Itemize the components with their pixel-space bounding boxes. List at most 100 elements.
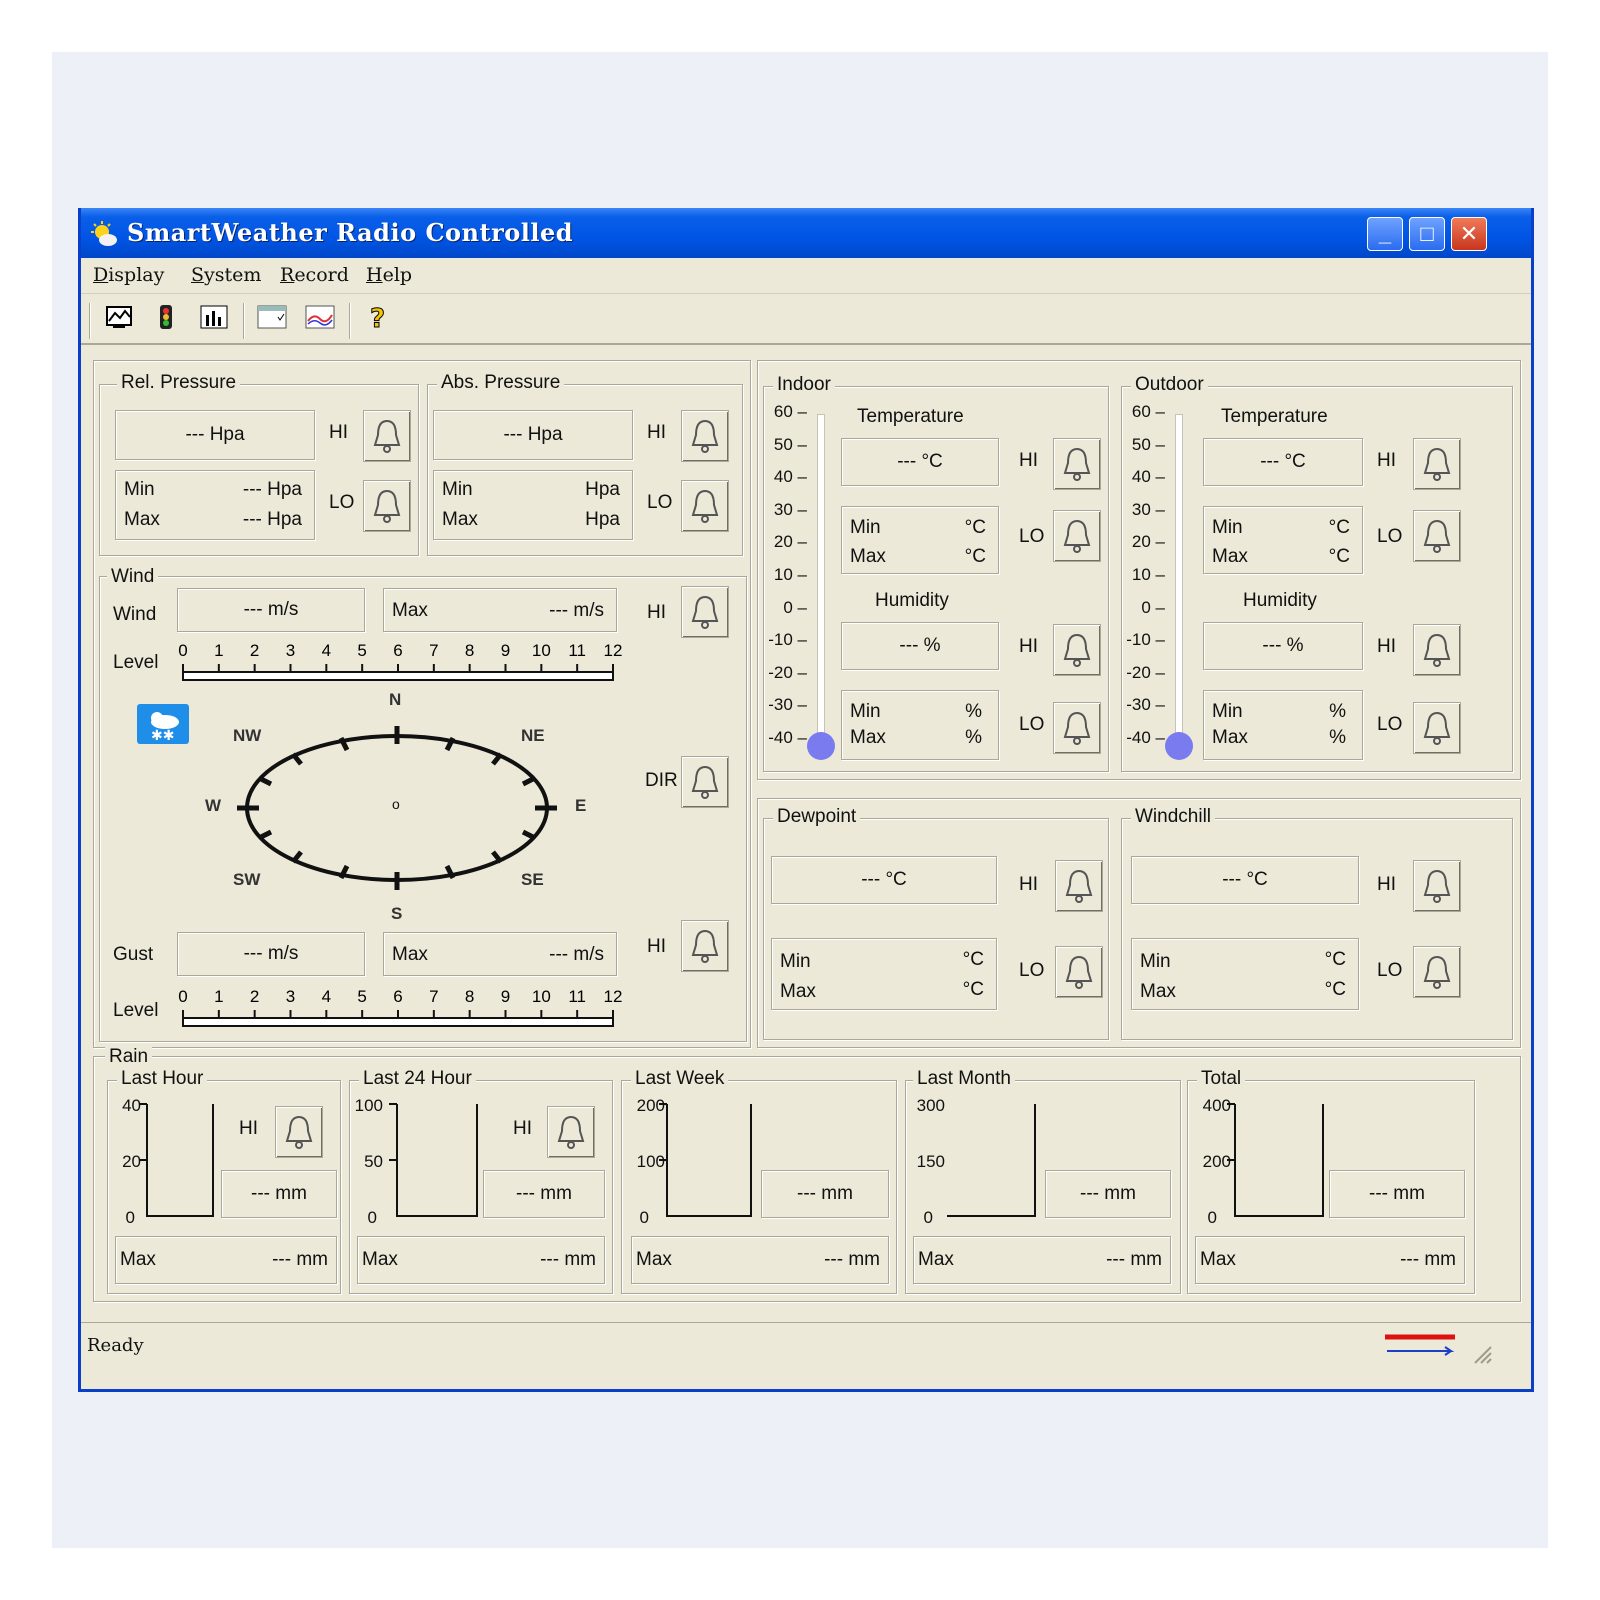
rain-axis-mid: 50 — [364, 1152, 383, 1171]
maximize-button[interactable]: □ — [1409, 217, 1445, 251]
compass-ne-label: NE — [521, 726, 545, 745]
indoor-hum-hi-alarm-button[interactable] — [1053, 624, 1101, 676]
thermo-scale-label: -30 – — [768, 695, 807, 715]
title-bar[interactable]: SmartWeather Radio Controlled _ □ ✕ — [81, 208, 1531, 258]
level-tick-label: 12 — [604, 987, 623, 1006]
bell-icon — [1423, 711, 1451, 745]
wind-max-box: Max --- m/s — [383, 588, 617, 632]
rain-axis-max: 100 — [354, 1096, 383, 1115]
display-icon[interactable] — [103, 303, 137, 337]
rain-last-24-hour-hi-alarm-button[interactable] — [547, 1106, 595, 1158]
windchill-hi-alarm-button[interactable] — [1413, 860, 1461, 912]
abs-pressure-hi-alarm-button[interactable] — [681, 410, 729, 462]
menu-help[interactable]: Help — [366, 264, 412, 286]
status-bar: Ready — [81, 1322, 1531, 1368]
resize-grip-icon[interactable] — [1471, 1343, 1493, 1365]
outdoor-temp-hi-alarm-button[interactable] — [1413, 438, 1461, 490]
max-value: --- mm — [824, 1249, 880, 1270]
thermo-scale-label: -40 – — [1126, 728, 1165, 747]
rain-axis-mid: 20 — [122, 1152, 141, 1171]
bell-icon — [691, 929, 719, 963]
toolbar-grip — [89, 303, 91, 339]
indoor-temp-lo-alarm-button[interactable] — [1053, 510, 1101, 562]
indoor-temp-hi-alarm-button[interactable] — [1053, 438, 1101, 490]
rain-panel-title: Last 24 Hour — [359, 1068, 476, 1090]
rel-pressure-hi-alarm-button[interactable] — [363, 410, 411, 462]
dewpoint-hi-alarm-button[interactable] — [1055, 860, 1103, 912]
weather-snow-icon: ✱✱ — [137, 704, 189, 744]
dewpoint-lo-alarm-button[interactable] — [1055, 946, 1103, 998]
indoor-hum-lo-alarm-button[interactable] — [1053, 702, 1101, 754]
gust-level-label: Level — [113, 1000, 159, 1021]
abs-pressure-lo-alarm-button[interactable] — [681, 480, 729, 532]
max-label: Max — [392, 600, 428, 621]
indoor-hum-hi-label: HI — [1019, 636, 1038, 657]
bell-icon — [691, 489, 719, 523]
level-bar — [182, 671, 614, 681]
max-label: Max — [1140, 981, 1176, 1002]
windchill-hi-label: HI — [1377, 874, 1396, 895]
thermo-scale-label: 50 – — [773, 434, 807, 454]
outdoor-thermometer: 60 – 50 – 40 – 30 – 20 – 10 – 0 – -10 – -20 – -30… — [1125, 402, 1193, 762]
compass-tick — [291, 850, 303, 864]
rain-axis-zero: 0 — [125, 1208, 135, 1227]
min-value: --- Hpa — [242, 479, 302, 500]
max-label: Max — [442, 509, 478, 530]
rain-last-hour-hi-alarm-button[interactable] — [275, 1106, 323, 1158]
rel-pressure-value: --- Hpa — [115, 410, 315, 460]
bell-icon — [1063, 519, 1091, 553]
outdoor-hum-hi-alarm-button[interactable] — [1413, 624, 1461, 676]
max-value: --- Hpa — [242, 509, 302, 530]
max-label: Max — [392, 944, 428, 965]
gust-value: --- m/s — [177, 932, 365, 976]
bar-chart-icon[interactable] — [197, 303, 231, 337]
max-value: --- m/s — [549, 944, 604, 965]
min-label: Min — [780, 951, 811, 972]
wind-level-label: Level — [113, 652, 159, 673]
wind-compass — [237, 726, 557, 890]
app-window: SmartWeather Radio Controlled _ □ ✕ Disp… — [78, 208, 1534, 1392]
help-icon[interactable]: ? — [361, 303, 395, 337]
close-button[interactable]: ✕ — [1451, 217, 1487, 251]
outdoor-temp-lo-alarm-button[interactable] — [1413, 510, 1461, 562]
menu-system[interactable]: System — [191, 264, 261, 286]
wind-speed-value: --- m/s — [177, 588, 365, 632]
gust-hi-alarm-button[interactable] — [681, 920, 729, 972]
compass-tick — [521, 829, 537, 841]
min-label: Min — [850, 517, 881, 538]
thermo-scale-label: 0 – — [783, 597, 807, 617]
dewpoint-hi-label: HI — [1019, 874, 1038, 895]
traffic-light-icon[interactable] — [149, 303, 183, 337]
rain-axis-zero: 0 — [367, 1208, 377, 1227]
min-unit: °C — [1324, 949, 1346, 970]
level-tick-label: 2 — [250, 987, 259, 1006]
minimize-button[interactable]: _ — [1367, 217, 1403, 251]
calendar-icon[interactable] — [255, 303, 289, 337]
rain-axis-mid: 150 — [916, 1152, 945, 1171]
rain-max-box: Max --- mm — [115, 1236, 337, 1284]
compass-n-label: N — [389, 690, 402, 709]
bell-icon — [1063, 447, 1091, 481]
rain-axis-zero: 0 — [1207, 1208, 1217, 1227]
indoor-hum-lo-label: LO — [1019, 714, 1045, 735]
compass-se-label: SE — [521, 870, 544, 889]
dewpoint-value: --- °C — [771, 856, 997, 904]
min-label: Min — [124, 479, 155, 500]
thermo-scale-label: -10 – — [1126, 630, 1165, 650]
rel-pressure-lo-alarm-button[interactable] — [363, 480, 411, 532]
outdoor-hum-lo-alarm-button[interactable] — [1413, 702, 1461, 754]
menu-record[interactable]: Record — [280, 264, 349, 286]
max-unit: °C — [1328, 546, 1350, 567]
outdoor-hum-lo-label: LO — [1377, 714, 1403, 735]
compass-tick — [491, 850, 503, 864]
windchill-lo-alarm-button[interactable] — [1413, 946, 1461, 998]
line-graph-icon[interactable] — [303, 303, 337, 337]
rain-value: --- mm — [761, 1170, 889, 1218]
level-tick-label: 5 — [357, 641, 366, 660]
compass-tick — [257, 829, 273, 841]
rain-title: Rain — [105, 1046, 153, 1068]
menu-display[interactable]: Display — [93, 264, 164, 286]
wind-hi-alarm-button[interactable] — [681, 586, 729, 638]
wind-dir-alarm-button[interactable] — [681, 756, 729, 808]
dewpoint-title: Dewpoint — [773, 806, 861, 828]
